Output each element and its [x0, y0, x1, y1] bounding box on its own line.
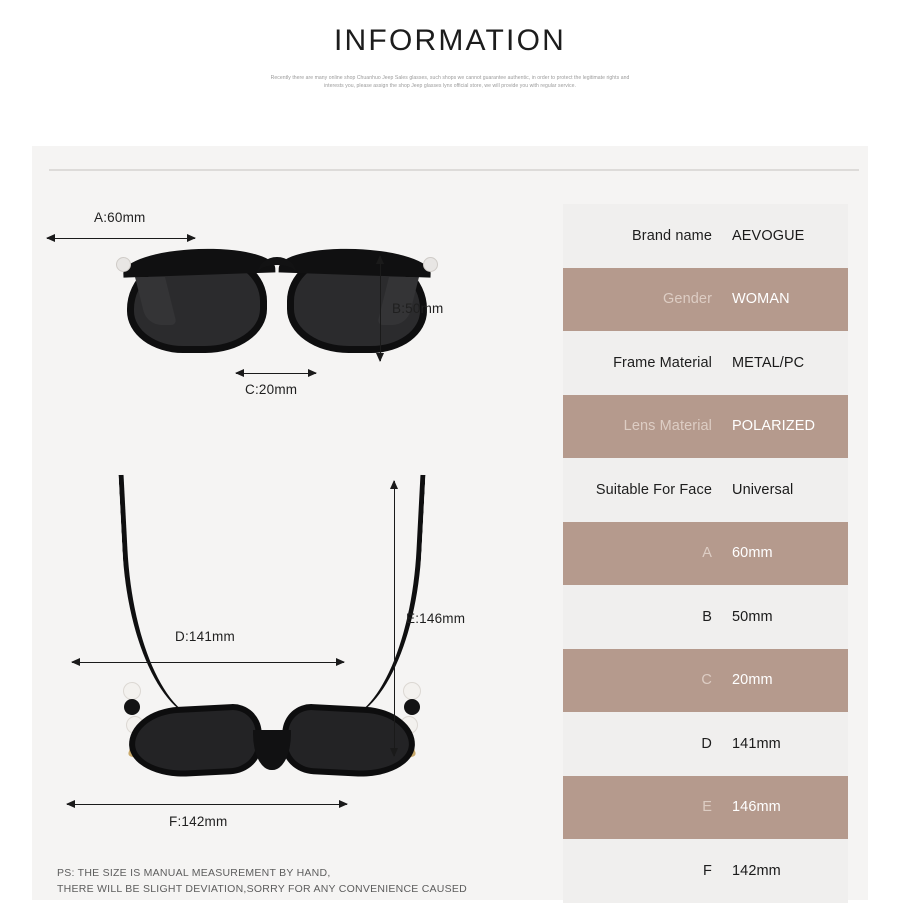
- spec-row-value: WOMAN: [732, 291, 790, 308]
- spec-row-value: 141mm: [732, 735, 781, 752]
- footnote-line-1: PS: THE SIZE IS MANUAL MEASUREMENT BY HA…: [57, 867, 331, 879]
- spec-row-label: A: [702, 545, 712, 562]
- spec-row: Suitable For Face Universal: [563, 458, 848, 522]
- dimension-arrow-f: [66, 800, 348, 808]
- lens-top-right: [280, 702, 417, 780]
- dimension-label-b: B:50mm: [392, 301, 444, 316]
- spec-row-label: Suitable For Face: [595, 481, 712, 498]
- spec-row-label: Gender: [663, 291, 712, 308]
- measurement-footnote: PS: THE SIZE IS MANUAL MEASUREMENT BY HA…: [57, 866, 467, 898]
- sunglasses-top-image: [107, 466, 437, 796]
- spec-row: Brand name AEVOGUE: [563, 204, 848, 268]
- spec-row-value: Universal: [732, 481, 794, 498]
- page-title: INFORMATION: [334, 24, 566, 57]
- dimension-arrow-c: [235, 369, 317, 377]
- spec-row-label: E: [702, 799, 712, 816]
- nose-bridge-top: [253, 730, 291, 770]
- dimension-label-c: C:20mm: [245, 382, 298, 397]
- top-view-diagram: D:141mm E:146mm F:142mm: [32, 456, 562, 856]
- dimension-label-d: D:141mm: [175, 629, 235, 644]
- spec-row-value: 142mm: [732, 862, 781, 879]
- spec-row: Frame Material METAL/PC: [563, 331, 848, 395]
- dimension-label-a: A:60mm: [94, 210, 146, 225]
- spec-row: F 142mm: [563, 839, 848, 903]
- spec-row-value: 60mm: [732, 545, 773, 562]
- hinge-left: [116, 257, 131, 272]
- size-diagram-area: A:60mm B:50mm C:20mm D:141mm E:146mm F:1…: [32, 146, 562, 900]
- specification-table: Brand name AEVOGUE Gender WOMAN Frame Materi…: [563, 204, 848, 903]
- spec-row-label: Lens Material: [623, 418, 712, 435]
- spec-row: E 146mm: [563, 775, 848, 839]
- header-description: Recently there are many online shop Chua…: [270, 74, 630, 90]
- spec-row-value: 20mm: [732, 672, 773, 689]
- spec-row-value: POLARIZED: [732, 418, 816, 435]
- spec-row-value: 146mm: [732, 799, 781, 816]
- footnote-line-2: THERE WILL BE SLIGHT DEVIATION,SORRY FOR…: [57, 882, 467, 895]
- sunglasses-front-image: [116, 246, 438, 359]
- spec-row: Lens Material POLARIZED: [563, 394, 848, 458]
- dimension-arrow-a: [46, 234, 196, 242]
- spec-row-label: Brand name: [632, 227, 712, 244]
- spec-row-label: C: [701, 672, 712, 689]
- spec-row-label: B: [702, 608, 712, 625]
- front-view-diagram: A:60mm B:50mm C:20mm: [32, 201, 562, 466]
- dimension-label-f: F:142mm: [169, 814, 228, 829]
- spec-row: D 141mm: [563, 712, 848, 776]
- frame-top-front: [127, 696, 417, 788]
- spec-row: A 60mm: [563, 521, 848, 585]
- page-header: INFORMATION Recently there are many onli…: [0, 0, 900, 91]
- spec-row: Gender WOMAN: [563, 267, 848, 331]
- spec-row-value: METAL/PC: [732, 354, 805, 371]
- spec-row-label: Frame Material: [613, 354, 712, 371]
- brow-left: [122, 246, 276, 278]
- spec-row-label: F: [703, 862, 712, 879]
- spec-row-value: 50mm: [732, 608, 773, 625]
- spec-row: B 50mm: [563, 585, 848, 649]
- dimension-label-e: E:146mm: [406, 611, 466, 626]
- spec-row: C 20mm: [563, 648, 848, 712]
- spec-row-label: D: [701, 735, 712, 752]
- lens-top-left: [127, 702, 264, 780]
- dimension-arrow-d: [71, 658, 345, 666]
- dimension-arrow-b: [376, 255, 384, 362]
- dimension-arrow-e: [390, 480, 398, 757]
- hinge-right: [423, 257, 438, 272]
- brow-right: [278, 246, 432, 278]
- spec-row-value: AEVOGUE: [732, 227, 805, 244]
